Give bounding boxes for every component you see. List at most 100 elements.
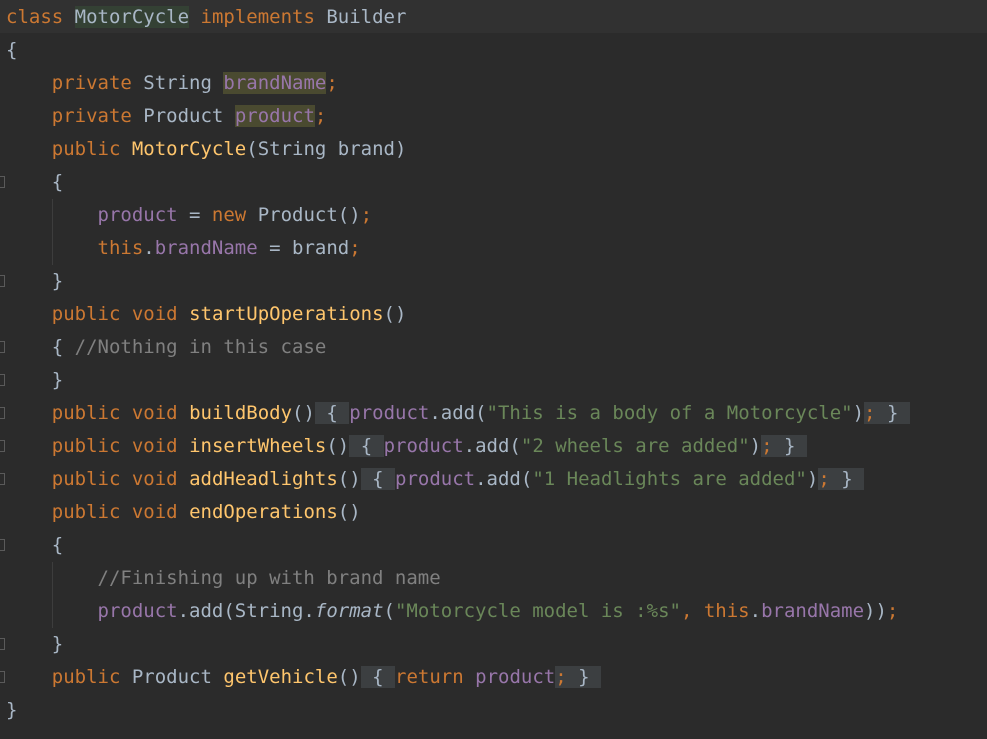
keyword: public void bbox=[51, 303, 178, 325]
field-ref[interactable]: product bbox=[475, 666, 555, 688]
comment: //Finishing up with brand name bbox=[97, 567, 441, 589]
constructor-name[interactable]: MotorCycle bbox=[132, 138, 246, 160]
field-ref[interactable]: product bbox=[384, 435, 464, 457]
keyword: this bbox=[97, 237, 144, 259]
semicolon: ; bbox=[326, 72, 338, 94]
field-name[interactable]: product bbox=[234, 105, 315, 127]
semicolon: ; bbox=[555, 666, 567, 688]
code-line-19[interactable]: product.add(String.format("Motorcycle mo… bbox=[6, 595, 899, 628]
keyword: this bbox=[703, 600, 750, 622]
fold-close-brace[interactable]: } bbox=[841, 468, 852, 490]
parens: () bbox=[337, 468, 361, 490]
fold-open-brace[interactable]: { bbox=[372, 666, 383, 688]
paren: )) bbox=[864, 600, 887, 622]
fold-marker-icon[interactable] bbox=[0, 473, 5, 485]
code-line-12[interactable]: } bbox=[6, 364, 63, 397]
fold-open-brace[interactable]: { bbox=[372, 468, 383, 490]
code-line-18[interactable]: //Finishing up with brand name bbox=[6, 562, 441, 595]
fold-open-brace[interactable]: { bbox=[361, 435, 372, 457]
field-ref[interactable]: product bbox=[349, 402, 429, 424]
fold-marker-icon[interactable] bbox=[0, 341, 5, 353]
code-line-3[interactable]: private String brandName; bbox=[6, 67, 338, 100]
keyword: public void bbox=[51, 468, 178, 490]
method-call: .add( bbox=[429, 402, 487, 424]
method-call: .add(String. bbox=[177, 600, 315, 622]
code-line-21[interactable]: public Product getVehicle() { return pro… bbox=[6, 661, 602, 694]
code-line-22[interactable]: } bbox=[6, 694, 17, 727]
fold-marker-icon[interactable] bbox=[0, 176, 5, 188]
semicolon: ; bbox=[886, 600, 899, 622]
method-call: .add( bbox=[475, 468, 533, 490]
code-line-9[interactable]: } bbox=[6, 265, 63, 298]
field-name[interactable]: brandName bbox=[223, 72, 327, 94]
operator: = bbox=[177, 204, 212, 226]
fold-close-brace[interactable]: } bbox=[784, 435, 795, 457]
code-line-1[interactable]: class MotorCycle implements Builder bbox=[6, 1, 406, 34]
class-name[interactable]: MotorCycle bbox=[74, 6, 190, 28]
field-ref[interactable]: product bbox=[98, 600, 178, 622]
comment: //Nothing in this case bbox=[74, 336, 327, 358]
method-name[interactable]: getVehicle bbox=[223, 666, 337, 688]
fold-marker-icon[interactable] bbox=[0, 638, 5, 650]
code-line-6[interactable]: { bbox=[6, 166, 63, 199]
parens: () bbox=[337, 666, 361, 688]
type: Product bbox=[131, 666, 212, 688]
fold-close-brace[interactable]: } bbox=[578, 666, 589, 688]
code-line-11[interactable]: { //Nothing in this case bbox=[6, 331, 327, 364]
fold-close-brace[interactable]: } bbox=[887, 402, 898, 424]
expression: = brand bbox=[257, 237, 350, 259]
semicolon: ; bbox=[314, 105, 327, 127]
code-line-2[interactable]: { bbox=[6, 34, 17, 67]
code-line-5[interactable]: public MotorCycle(String brand) bbox=[6, 133, 407, 166]
code-line-15[interactable]: public void addHeadlights() { product.ad… bbox=[6, 463, 865, 496]
type: String bbox=[143, 72, 212, 94]
fold-marker-icon[interactable] bbox=[0, 539, 5, 551]
method-name[interactable]: startUpOperations bbox=[189, 303, 383, 325]
parens: () bbox=[383, 303, 407, 325]
semicolon: ; bbox=[818, 468, 830, 490]
dot: . bbox=[749, 600, 762, 622]
code-line-16[interactable]: public void endOperations() bbox=[6, 496, 361, 529]
keyword: return bbox=[395, 666, 464, 688]
keyword: public bbox=[51, 138, 121, 160]
fold-marker-icon[interactable] bbox=[0, 275, 5, 287]
semicolon: ; bbox=[864, 402, 876, 424]
code-line-14[interactable]: public void insertWheels() { product.add… bbox=[6, 430, 807, 463]
brace: } bbox=[51, 633, 64, 655]
field-ref[interactable]: product bbox=[98, 204, 178, 226]
type: Product bbox=[143, 105, 224, 127]
field-ref[interactable]: product bbox=[395, 468, 475, 490]
parens: () bbox=[292, 402, 315, 424]
code-line-4[interactable]: private Product product; bbox=[6, 100, 326, 133]
comma: , bbox=[680, 600, 704, 622]
interface-name[interactable]: Builder bbox=[326, 6, 406, 28]
brace: { bbox=[51, 171, 64, 193]
field-ref[interactable]: brandName bbox=[155, 237, 258, 259]
method-name[interactable]: endOperations bbox=[189, 501, 338, 523]
fold-open-brace[interactable]: { bbox=[326, 402, 337, 424]
method-name[interactable]: addHeadlights bbox=[189, 468, 338, 490]
code-line-13[interactable]: public void buildBody() { product.add("T… bbox=[6, 397, 910, 430]
semicolon: ; bbox=[761, 435, 773, 457]
static-method[interactable]: format bbox=[315, 600, 384, 622]
fold-marker-icon[interactable] bbox=[0, 440, 5, 452]
code-line-10[interactable]: public void startUpOperations() bbox=[6, 298, 407, 331]
code-line-7[interactable]: product = new Product(); bbox=[6, 199, 373, 232]
method-name[interactable]: insertWheels bbox=[189, 435, 326, 457]
code-line-20[interactable]: } bbox=[6, 628, 63, 661]
field-ref[interactable]: brandName bbox=[761, 600, 864, 622]
code-line-17[interactable]: { bbox=[6, 529, 63, 562]
fold-marker-icon[interactable] bbox=[0, 374, 5, 386]
semicolon: ; bbox=[360, 204, 373, 226]
string-literal: "2 wheels are added" bbox=[520, 435, 750, 457]
fold-marker-icon[interactable] bbox=[0, 671, 5, 683]
method-name[interactable]: buildBody bbox=[189, 402, 292, 424]
brace: } bbox=[51, 270, 64, 292]
code-line-8[interactable]: this.brandName = brand; bbox=[6, 232, 361, 265]
code-editor[interactable]: class MotorCycle implements Builder { pr… bbox=[0, 0, 987, 739]
fold-marker-icon[interactable] bbox=[0, 407, 5, 419]
parens: () bbox=[326, 435, 350, 457]
brace: { bbox=[51, 336, 75, 358]
paren: ) bbox=[852, 402, 865, 424]
paren: ) bbox=[806, 468, 819, 490]
